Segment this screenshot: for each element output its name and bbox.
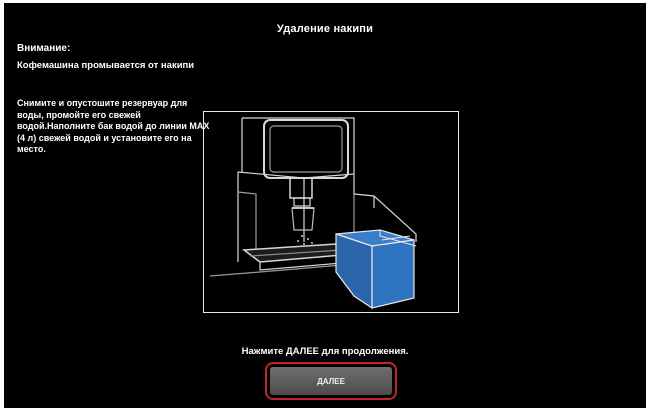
coffee-machine-water-tank-icon <box>209 117 417 310</box>
warning-heading: Внимание: <box>17 43 71 54</box>
coffee-machine-illustration <box>203 111 459 313</box>
continue-prompt: Нажмите ДАЛЕЕ для продолжения. <box>241 346 409 357</box>
next-button[interactable]: ДАЛЕЕ <box>265 362 397 400</box>
descaling-screen: Удаление накипи Внимание: Кофемашина про… <box>4 3 646 408</box>
next-button-label: ДАЛЕЕ <box>270 367 392 395</box>
warning-text: Кофемашина промывается от накипи <box>17 60 195 71</box>
screen-title: Удаление накипи <box>276 23 374 35</box>
instructions-text: Снимите и опустошите резервуар для воды,… <box>17 98 210 154</box>
